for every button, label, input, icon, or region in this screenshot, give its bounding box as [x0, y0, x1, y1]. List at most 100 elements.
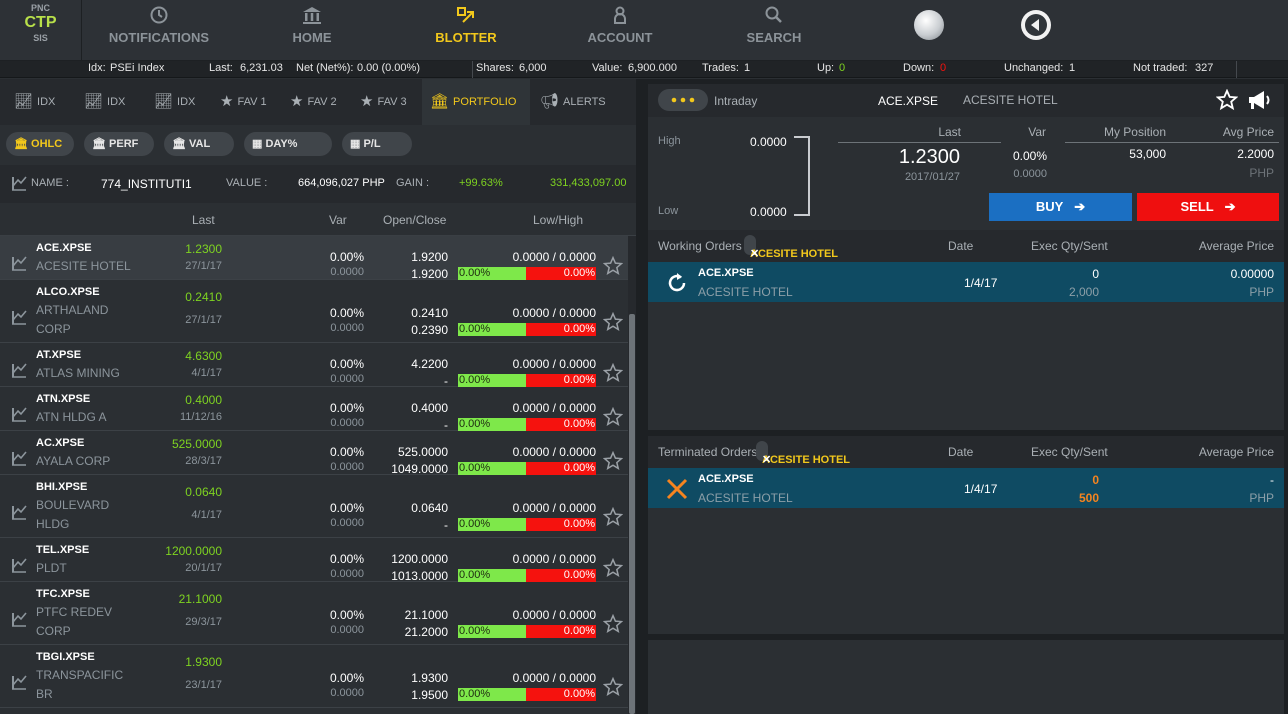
table-row[interactable]: ALCO.XPSE ARTHALAND CORP 0.2410 27/1/17 0.00… [0, 280, 628, 343]
tab-portfolio[interactable]: 🏛︎ PORTFOLIO [422, 79, 530, 125]
range-bar-up: 0.00% [458, 418, 526, 431]
favorite-star-icon[interactable] [1215, 88, 1239, 116]
tab-idx-3[interactable]: 📈︎ IDX [154, 79, 214, 125]
scroll-thumb[interactable] [629, 314, 635, 714]
row-symbol: BHI.XPSE [36, 481, 88, 493]
col-exec-qty: Exec Qty/Sent [1031, 445, 1108, 459]
chart-icon [10, 503, 28, 521]
subtab-val[interactable]: 🏛︎ VAL [164, 132, 234, 156]
row-name: AYALA CORP [36, 454, 111, 468]
idx-value: PSEi Index [110, 62, 165, 74]
tab-idx-3-label: IDX [177, 96, 196, 108]
row-var-amount: 0.0000 [330, 624, 364, 636]
tab-fav-1[interactable]: ★ FAV 1 [220, 79, 286, 125]
subtab-ohlc[interactable]: 🏛︎ OHLC [6, 132, 74, 156]
logo-top-text: PNC [30, 3, 50, 13]
star-icon[interactable] [602, 557, 624, 578]
logo-main-text: CTP [24, 14, 57, 31]
col-avg-price: Average Price [1198, 445, 1274, 459]
instrument-detail: Intraday ACE.XPSE ACESITE HOTEL High 0.0… [648, 84, 1284, 230]
detail-last-value: 1.2300 [898, 146, 960, 168]
working-order-row[interactable]: ACE.XPSE ACESITE HOTEL 1/4/17 0 2,000 0.… [648, 262, 1284, 302]
nav-account-label: ACCOUNT [587, 30, 653, 45]
table-row[interactable]: TFC.XPSE PTFC REDEV CORP 21.1000 29/3/17 0.0… [0, 582, 628, 645]
star-icon[interactable] [602, 255, 624, 276]
working-orders-filter-chip[interactable]: ACESITE HOTEL ✕ [744, 235, 838, 260]
dots-icon [671, 97, 695, 103]
star-icon[interactable] [602, 450, 624, 471]
subtab-pl[interactable]: ▦ P/L [342, 132, 412, 156]
range-bar: 0.00% 0.00% [458, 418, 596, 431]
nav-account[interactable]: ACCOUNT [566, 0, 674, 61]
star-icon[interactable] [602, 362, 624, 383]
row-var-amount: 0.0000 [330, 417, 364, 429]
range-bar: 0.00% 0.00% [458, 569, 596, 582]
globe-button[interactable] [914, 10, 944, 40]
close-icon[interactable]: ✕ [750, 244, 759, 264]
detail-name: ACESITE HOTEL [963, 93, 1058, 107]
account-summary: NAME : 774_INSTITUTI1 VALUE : 664,096,02… [0, 165, 636, 203]
unchanged-label: Unchanged: [1004, 62, 1064, 74]
range-bar-up: 0.00% [458, 374, 526, 387]
terminated-order-row[interactable]: ACE.XPSE ACESITE HOTEL 1/4/17 0 500 - PH… [648, 468, 1284, 508]
shares-value: 6,000 [519, 62, 547, 74]
watchlist-column-header: Last Var Open/Close Low/High [0, 203, 636, 236]
watchlist-panel: 📈︎ IDX 📈︎ IDX 📈︎ IDX ★ FAV 1 ★ FAV 2 ★ FAV 3 🏛… [0, 79, 636, 714]
sell-button[interactable]: SELL ➔ [1137, 193, 1279, 221]
star-icon[interactable] [602, 311, 624, 332]
star-icon[interactable] [602, 506, 624, 527]
tab-fav-2[interactable]: ★ FAV 2 [290, 79, 356, 125]
col-low-high[interactable]: Low/High [533, 213, 583, 227]
subtab-pl-label: P/L [363, 138, 381, 150]
order-avg: 0.00000 [1230, 267, 1274, 281]
intraday-label[interactable]: Intraday [714, 94, 757, 108]
star-icon[interactable] [602, 613, 624, 634]
tab-alerts[interactable]: 📢︎ ALERTS [540, 79, 620, 125]
table-row[interactable]: ACE.XPSE ACESITE HOTEL 1.2300 27/1/17 0.00% 0… [0, 236, 628, 281]
row-date: 27/1/17 [185, 314, 222, 326]
account-value-label: VALUE : [226, 177, 268, 189]
table-row[interactable]: AT.XPSE ATLAS MINING 4.6300 4/1/17 0.00% 0.00… [0, 343, 628, 388]
watchlist-tabs: 📈︎ IDX 📈︎ IDX 📈︎ IDX ★ FAV 1 ★ FAV 2 ★ FAV 3 🏛… [0, 79, 636, 125]
buy-button[interactable]: BUY ➔ [989, 193, 1132, 221]
star-icon[interactable] [602, 406, 624, 427]
nav-blotter[interactable]: BLOTTER [412, 0, 520, 61]
range-bar: 0.00% 0.00% [458, 688, 596, 701]
tab-idx-2[interactable]: 📈︎ IDX [84, 79, 144, 125]
star-icon[interactable] [602, 676, 624, 697]
chart-icon [10, 610, 28, 628]
tab-fav-3[interactable]: ★ FAV 3 [360, 79, 420, 125]
nav-notifications[interactable]: NOTIFICATIONS [100, 0, 218, 61]
watchlist-scrollbar[interactable] [628, 236, 636, 714]
close-icon[interactable]: ✕ [762, 450, 771, 470]
grid-icon: ▦ [350, 138, 364, 150]
row-date: 23/1/17 [185, 679, 222, 691]
terminated-orders-filter-chip[interactable]: ACESITE HOTEL ✕ [756, 441, 850, 466]
more-options-button[interactable] [658, 89, 708, 111]
nav-home[interactable]: HOME [258, 0, 366, 61]
back-button[interactable] [1021, 10, 1051, 40]
net-value: 0.00 (0.00%) [357, 62, 420, 74]
tab-idx-1[interactable]: 📈︎ IDX [14, 79, 74, 125]
table-row[interactable]: AC.XPSE AYALA CORP 525.0000 28/3/17 0.00% 0.0… [0, 431, 628, 476]
col-last[interactable]: Last [192, 213, 215, 227]
nav-home-label: HOME [292, 30, 332, 45]
table-row[interactable]: ATN.XPSE ATN HLDG A 0.4000 11/12/16 0.00% 0.0… [0, 387, 628, 432]
alert-megaphone-icon[interactable] [1246, 89, 1272, 116]
bank-icon [258, 0, 366, 30]
row-close: - [444, 518, 448, 532]
subtab-perf[interactable]: 🏛︎ PERF [84, 132, 154, 156]
col-open-close[interactable]: Open/Close [383, 213, 446, 227]
order-name: ACESITE HOTEL [698, 491, 793, 505]
table-row[interactable]: BHI.XPSE BOULEVARD HLDG 0.0640 4/1/17 0.00% 0… [0, 475, 628, 538]
high-label: High [658, 135, 681, 147]
col-date: Date [948, 445, 974, 459]
row-symbol: ALCO.XPSE [36, 286, 100, 298]
table-row[interactable]: TBGI.XPSE TRANSPACIFIC BR 1.9300 23/1/17 0.0… [0, 645, 628, 708]
col-var[interactable]: Var [329, 213, 347, 227]
subtab-val-label: VAL [189, 138, 211, 150]
refresh-icon[interactable] [664, 270, 690, 301]
table-row[interactable]: TEL.XPSE PLDT 1200.0000 20/1/17 0.00% 0.0000 1… [0, 538, 628, 583]
nav-search[interactable]: SEARCH [720, 0, 828, 61]
subtab-day-pct[interactable]: ▦ DAY% [244, 132, 332, 156]
